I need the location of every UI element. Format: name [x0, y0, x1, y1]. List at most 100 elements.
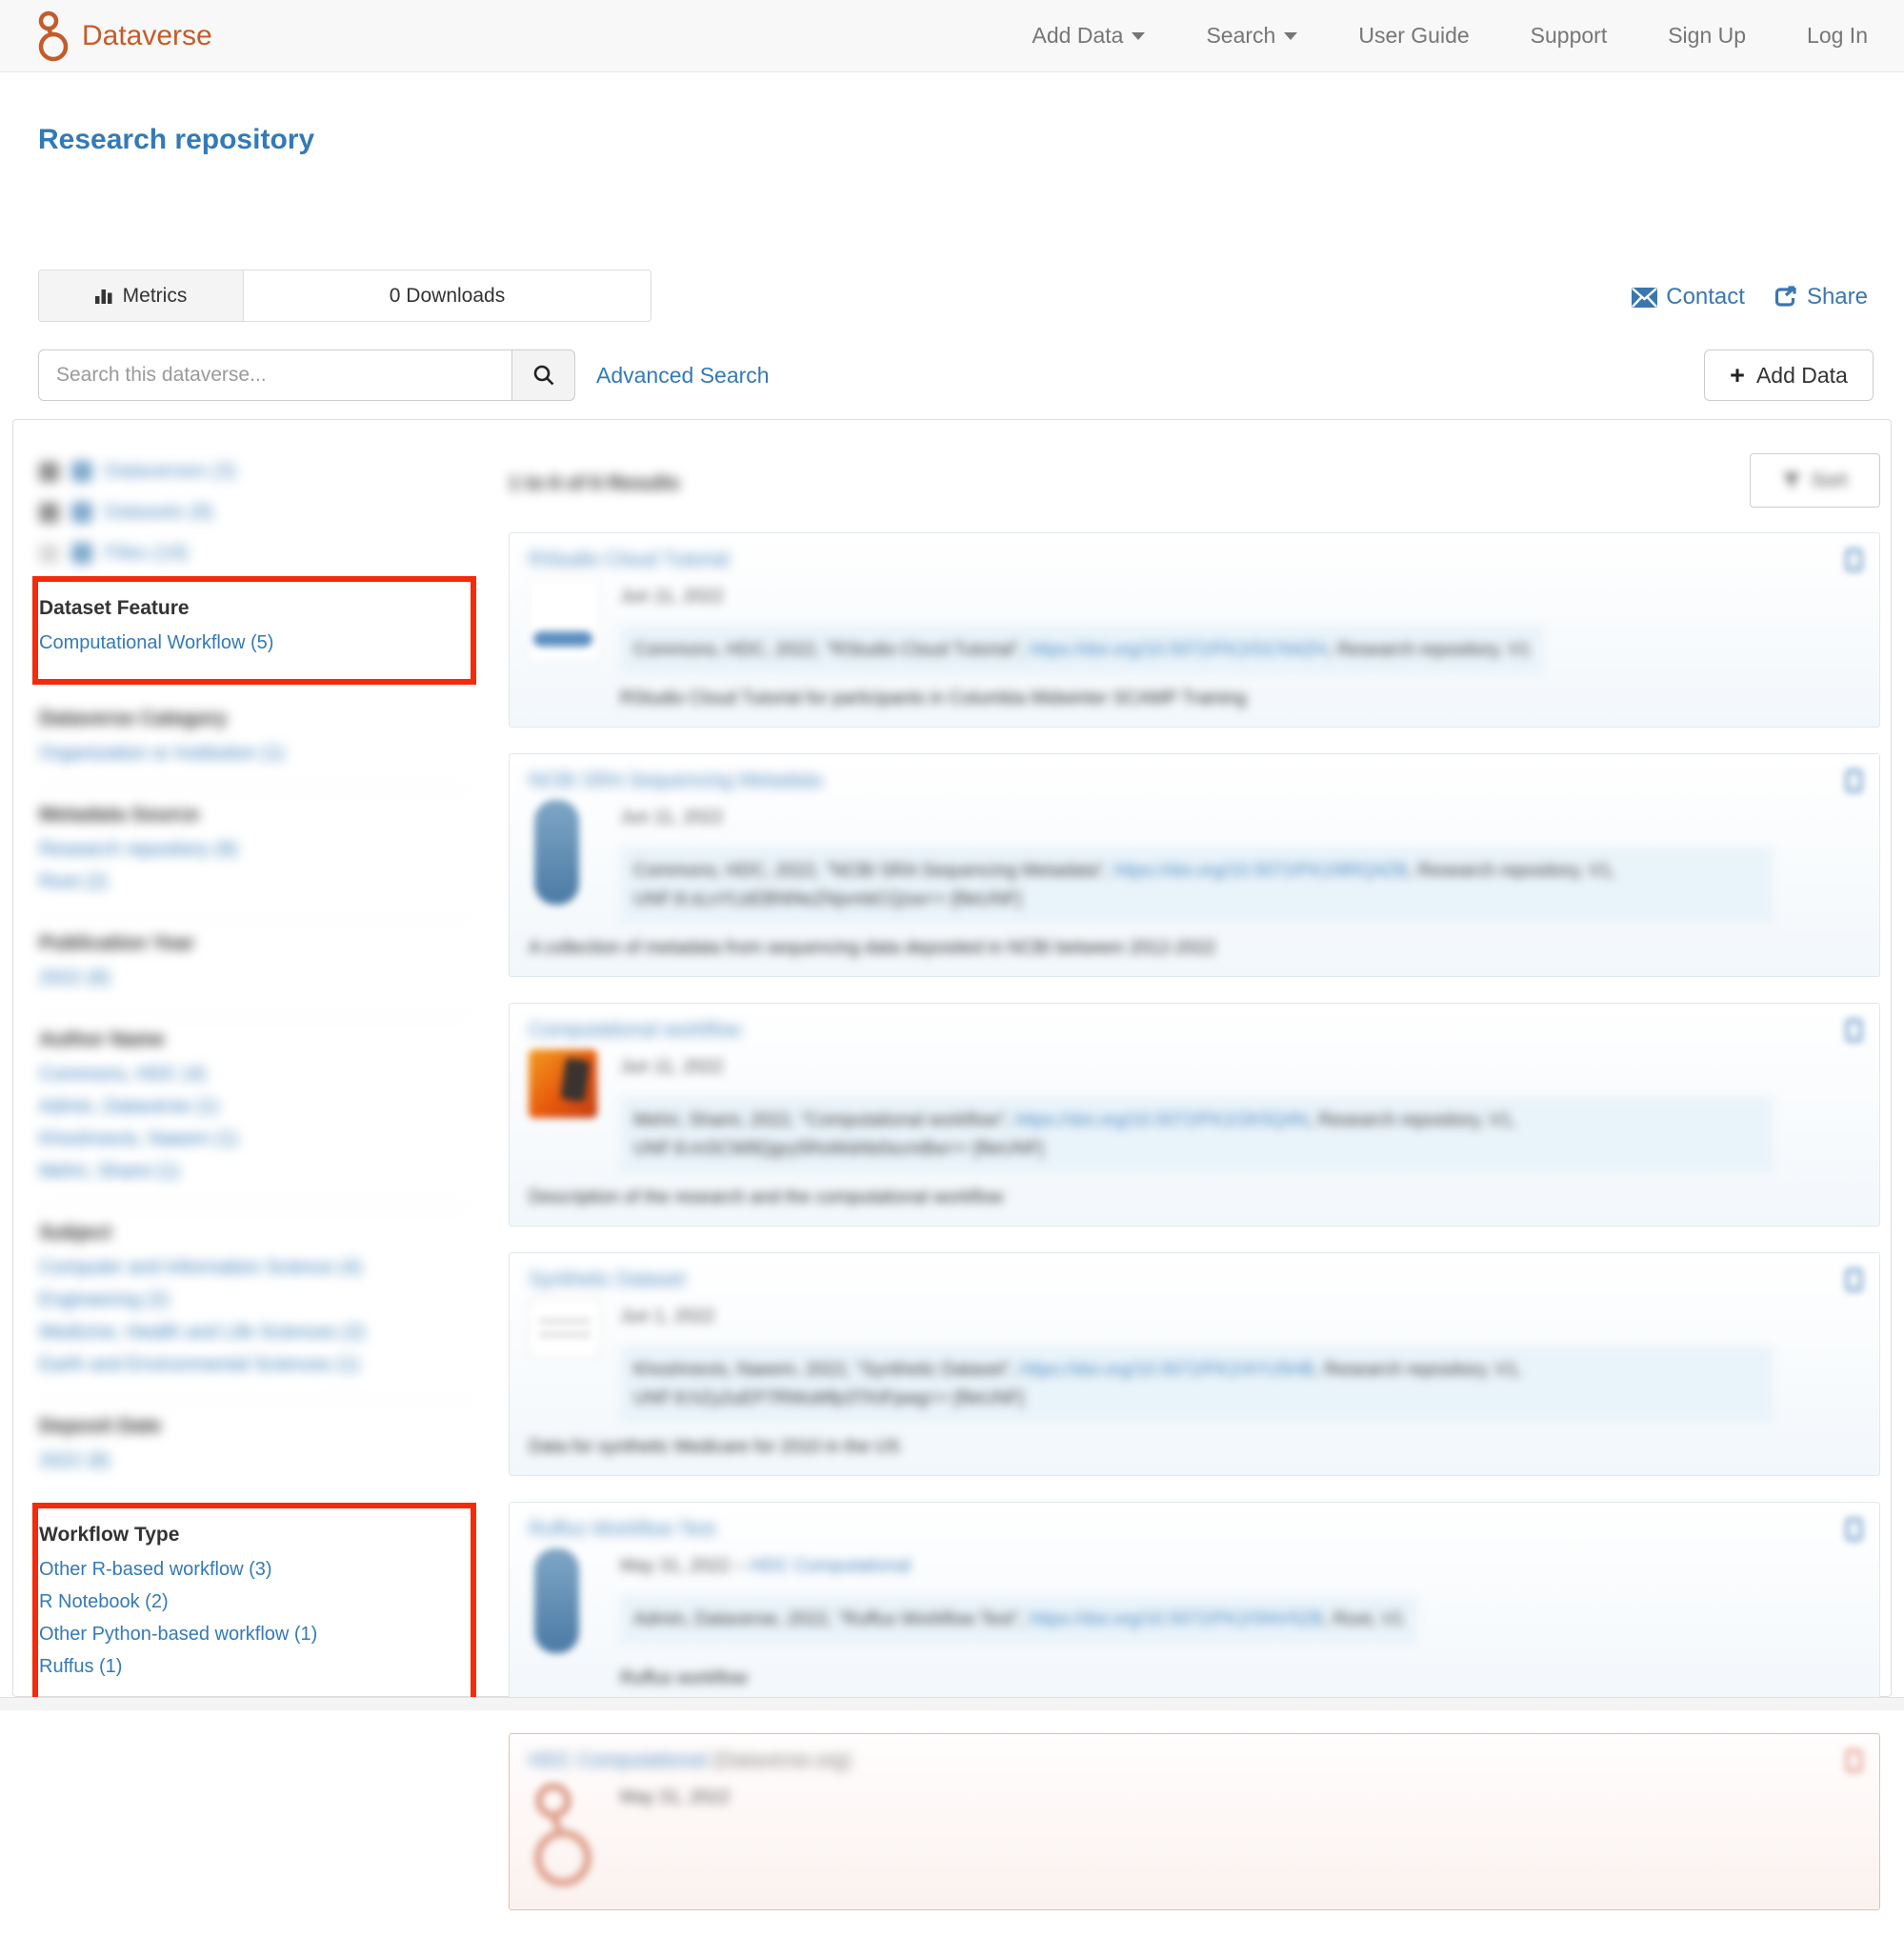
doi-link[interactable]: https://doi.org/10.5072/FK2/8RQ4ZB — [1114, 861, 1408, 881]
facet-link[interactable]: Khoshnevis, Naeem (1) — [39, 1128, 470, 1150]
nav-item-user-guide[interactable]: User Guide — [1358, 23, 1469, 49]
contact-label: Contact — [1666, 284, 1745, 310]
share-label: Share — [1807, 284, 1868, 310]
add-data-button[interactable]: + Add Data — [1704, 349, 1874, 401]
card-main: Jun 11, 2022Mehri, Shami, 2022, "Computa… — [620, 1049, 1860, 1172]
facet-link[interactable]: 2022 (8) — [39, 1450, 470, 1472]
file-icon[interactable] — [1846, 1518, 1862, 1541]
contact-link[interactable]: Contact — [1632, 284, 1745, 310]
footer-band — [0, 1697, 1904, 1710]
citation-suffix: , Root, V1 — [1323, 1609, 1404, 1629]
result-card: HDC Computational (Dataverse.org) May 31,… — [509, 1733, 1880, 1910]
result-title-link[interactable]: Ruffus Workflow Test — [529, 1518, 715, 1540]
date-text: Jun 11, 2022 — [620, 587, 723, 607]
nav-item-add-data[interactable]: Add Data — [1032, 23, 1146, 49]
card-body: May 31, 2022 — [529, 1780, 1860, 1892]
card-title-row: Computational workflow — [529, 1019, 1860, 1042]
sort-label: Sort — [1811, 469, 1848, 492]
facet-link[interactable]: Other Python-based workflow (1) — [39, 1624, 470, 1646]
add-data-label: Add Data — [1756, 363, 1848, 389]
share-link[interactable]: Share — [1774, 284, 1868, 310]
metrics-panel: Metrics 0 Downloads — [38, 269, 651, 322]
thumb-col — [529, 579, 620, 673]
tree-link[interactable]: Dataverses (3) — [105, 460, 236, 483]
checkbox[interactable] — [39, 462, 59, 482]
result-title-link[interactable]: HDC Computational — [529, 1749, 707, 1771]
facet-link[interactable]: Engineering (2) — [39, 1289, 470, 1311]
brand-link[interactable]: Dataverse — [36, 10, 212, 62]
navbar: Dataverse Add Data Search User Guide Suppor… — [0, 0, 1904, 72]
facet-link[interactable]: Organization or Institution (1) — [39, 743, 470, 765]
citation: Mehri, Shami, 2022, "Computational workf… — [620, 1097, 1773, 1172]
file-icon[interactable] — [1846, 1019, 1862, 1042]
result-date: Jun 11, 2022 — [620, 808, 1860, 828]
result-card: Ruffus Workflow TestMay 31, 2022 – HDC C… — [509, 1502, 1880, 1707]
facet-link[interactable]: Research repository (8) — [39, 839, 470, 861]
nav-item-label: Add Data — [1032, 23, 1124, 49]
result-title-link[interactable]: RStudio Cloud Tutorial — [529, 549, 729, 570]
card-body: Jun 1, 2022Khoshnevis, Naeem, 2022, "Syn… — [529, 1299, 1860, 1422]
doi-link[interactable]: https://doi.org/10.5072/FK2/2K5Q4N — [1015, 1110, 1308, 1130]
page-title: Research repository — [38, 124, 314, 156]
result-card: Computational workflow Jun 11, 2022Mehri,… — [509, 1003, 1880, 1227]
file-icon[interactable] — [1846, 549, 1862, 571]
plus-icon: + — [1730, 363, 1745, 389]
result-card: RStudio Cloud TutorialJun 11, 2022Common… — [509, 532, 1880, 728]
file-icon[interactable] — [1846, 1268, 1862, 1291]
search-button[interactable] — [511, 349, 575, 401]
doi-link[interactable]: https://doi.org/10.5072/FK2/SNV5ZB — [1030, 1609, 1323, 1629]
card-title-row: RStudio Cloud Tutorial — [529, 549, 1860, 571]
facet-link[interactable]: Commons, HDC (4) — [39, 1064, 470, 1086]
doi-link[interactable]: https://doi.org/10.5072/FK2/GCN4ZH — [1030, 640, 1328, 660]
result-title-link[interactable]: Synthetic Dataset — [529, 1268, 686, 1290]
tree-link[interactable]: Datasets (8) — [105, 501, 213, 524]
thumb-col — [529, 800, 620, 923]
metrics-tab: Metrics — [39, 270, 244, 321]
thumb-col — [529, 1548, 620, 1653]
facet-publication-year: Publication Year2022 (8) — [39, 917, 470, 1013]
nav-item-support[interactable]: Support — [1531, 23, 1608, 49]
nav-item-search[interactable]: Search — [1206, 23, 1297, 49]
facet-link[interactable]: Root (2) — [39, 871, 470, 893]
share-icon — [1774, 286, 1798, 309]
result-title-link[interactable]: Computational workflow — [529, 1019, 741, 1041]
facet-title: Dataverse Category — [39, 708, 470, 730]
facet-link[interactable]: Computational Workflow (5) — [39, 632, 470, 654]
facet-link[interactable]: 2022 (8) — [39, 968, 470, 989]
checkbox[interactable] — [39, 544, 59, 564]
collection-link[interactable]: HDC Computational — [750, 1556, 911, 1576]
facet-title: Author Name — [39, 1028, 470, 1051]
facet-link[interactable]: Medicine, Health and Life Sciences (2) — [39, 1322, 470, 1344]
card-title-row: NCBI SRA Sequencing Metadata — [529, 769, 1860, 792]
thumb-col — [529, 1049, 620, 1172]
checkbox[interactable] — [39, 503, 59, 523]
result-description: A collection of metadata from sequencing… — [529, 938, 1860, 959]
facet-link[interactable]: R Notebook (2) — [39, 1591, 470, 1613]
file-icon[interactable] — [1846, 1749, 1862, 1772]
sidebar-tree: Dataverses (3) Datasets (8) Files (19) — [39, 460, 470, 565]
result-description: RStudio Cloud Tutorial for participants … — [620, 689, 1860, 709]
facet-link[interactable]: Ruffus (1) — [39, 1656, 470, 1678]
result-title-suffix: (Dataverse.org) — [707, 1749, 852, 1771]
result-title-link[interactable]: NCBI SRA Sequencing Metadata — [529, 769, 822, 791]
citation-text: Admin, Dataverse, 2022, "Ruffus Workflow… — [633, 1609, 1030, 1629]
nav-item-log-in[interactable]: Log In — [1807, 23, 1868, 49]
nav-item-sign-up[interactable]: Sign Up — [1668, 23, 1746, 49]
thumbnail-doc-icon — [534, 1548, 579, 1653]
facet-link[interactable]: Computer and Information Science (4) — [39, 1257, 470, 1279]
facet-title: Metadata Source — [39, 804, 470, 827]
metrics-label: Metrics — [123, 285, 188, 308]
facet-title: Dataset Feature — [39, 597, 470, 620]
downloads-count: 0 Downloads — [244, 270, 651, 321]
facet-link[interactable]: Other R-based workflow (3) — [39, 1559, 470, 1581]
doi-link[interactable]: https://doi.org/10.5072/FK2/4YU5HB — [1020, 1360, 1313, 1380]
facet-link[interactable]: Admin, Dataverse (1) — [39, 1096, 470, 1118]
sort-button[interactable]: Sort — [1750, 453, 1880, 508]
advanced-search-link[interactable]: Advanced Search — [596, 363, 770, 389]
date-text: May 31, 2022 — [620, 1556, 730, 1576]
facet-link[interactable]: Earth and Environmental Sciences (1) — [39, 1354, 470, 1376]
tree-link[interactable]: Files (19) — [105, 542, 189, 565]
search-input[interactable] — [38, 349, 512, 401]
file-icon[interactable] — [1846, 769, 1862, 792]
facet-link[interactable]: Mehri, Shami (1) — [39, 1161, 470, 1183]
